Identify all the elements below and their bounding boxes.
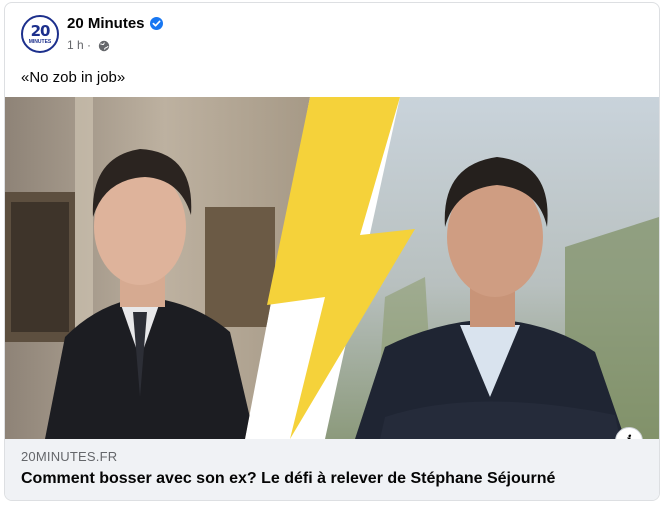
avatar[interactable]: 20 MINUTES [21, 15, 59, 53]
globe-icon [98, 39, 110, 52]
avatar-number: 20 [30, 22, 51, 40]
page-name-link[interactable]: 20 Minutes [67, 15, 145, 32]
post-header: 20 MINUTES 20 Minutes 1 h · [5, 3, 659, 63]
post-card: 20 MINUTES 20 Minutes 1 h · «No zob in j… [4, 2, 660, 501]
post-text: «No zob in job» [21, 69, 126, 86]
post-image[interactable] [5, 97, 659, 439]
post-image-graphic [5, 97, 659, 439]
link-domain: 20MINUTES.FR [21, 449, 118, 464]
post-timestamp[interactable]: 1 h · [67, 38, 91, 52]
verified-badge-icon [150, 17, 163, 30]
avatar-subtext: MINUTES [28, 39, 52, 45]
link-preview[interactable]: 20MINUTES.FR Comment bosser avec son ex?… [5, 439, 659, 500]
link-headline[interactable]: Comment bosser avec son ex? Le défi à re… [21, 470, 555, 488]
